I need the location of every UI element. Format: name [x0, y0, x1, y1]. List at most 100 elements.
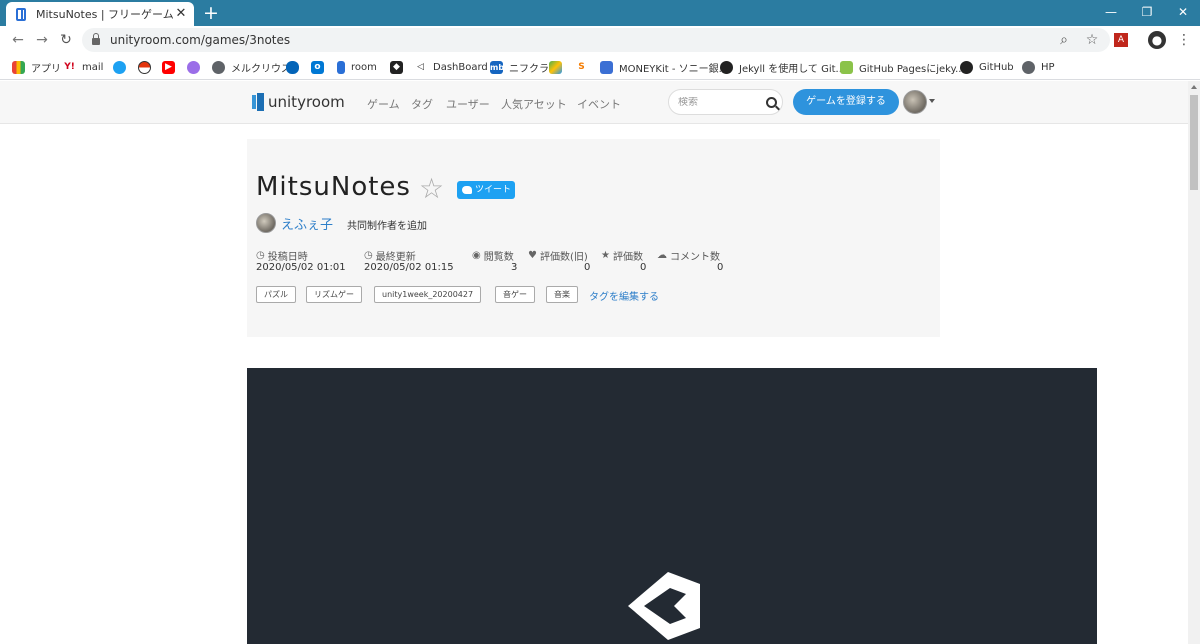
pdf-extension-icon[interactable]: A: [1114, 33, 1128, 47]
onedrive-cloud-icon: [286, 60, 299, 74]
stat-old-rating-label: ♥ 評価数(旧): [528, 248, 588, 263]
sketch-s-icon: S: [578, 61, 585, 72]
favorite-star-icon[interactable]: ☆: [419, 174, 444, 204]
logo-text: unityroom: [268, 93, 345, 111]
browser-toolbar: ← → ↻ unityroom.com/games/3notes ⌕ ☆ A ●…: [0, 26, 1200, 54]
game-player[interactable]: [247, 368, 1097, 644]
unity-logo-icon: [628, 572, 700, 640]
mb-icon: mb: [490, 60, 505, 74]
new-tab-button[interactable]: +: [202, 3, 220, 23]
url-text: unityroom.com/games/3notes: [110, 33, 291, 47]
chevron-down-icon[interactable]: [929, 99, 935, 103]
site-logo[interactable]: unityroom: [252, 93, 345, 111]
bookmark-star-icon[interactable]: ☆: [1082, 32, 1102, 48]
nav-tags[interactable]: タグ: [411, 96, 433, 112]
browser-menu-icon[interactable]: ⋮: [1174, 30, 1194, 50]
reload-icon[interactable]: ↻: [56, 30, 76, 50]
minimize-window-icon[interactable]: —: [1092, 0, 1130, 26]
bookmark-nifcloud[interactable]: mb ニフクラ: [490, 59, 549, 75]
tag-rhythm-game[interactable]: リズムゲー: [306, 286, 362, 303]
zoom-icon[interactable]: ⌕: [1054, 32, 1074, 48]
bookmark-mercurius[interactable]: メルクリウス: [212, 59, 291, 75]
nav-popular-assets[interactable]: 人気アセット: [501, 96, 567, 112]
bookmark-jekyll[interactable]: Jekyll を使用して Git...: [720, 59, 845, 75]
gem-icon: [187, 60, 200, 74]
bookmark-github[interactable]: GitHub: [960, 59, 1014, 75]
twitter-icon: [113, 60, 126, 74]
add-coauthor-link[interactable]: 共同制作者を追加: [347, 217, 427, 232]
pokeball-icon: [138, 60, 151, 74]
outlook-icon: o: [311, 60, 324, 74]
search-input[interactable]: [678, 96, 760, 108]
address-bar[interactable]: unityroom.com/games/3notes ⌕ ☆: [82, 28, 1110, 52]
heart-icon: ♥: [528, 250, 537, 261]
lock-icon: [92, 33, 100, 45]
scroll-up-arrow-icon[interactable]: [1191, 85, 1197, 89]
stat-posted-label: ◷ 投稿日時: [256, 248, 308, 263]
bookmark-unity[interactable]: ◆: [390, 59, 409, 75]
bookmark-purple[interactable]: [187, 59, 206, 75]
back-arrow-icon[interactable]: ←: [8, 30, 28, 50]
register-game-button[interactable]: ゲームを登録する: [793, 89, 899, 115]
bookmark-pokemon[interactable]: [138, 59, 157, 75]
bookmark-onedrive[interactable]: [286, 59, 305, 75]
comment-icon: ☁: [657, 250, 667, 261]
nav-users[interactable]: ユーザー: [446, 96, 490, 112]
bookmark-github-pages[interactable]: GitHub Pagesにjeky...: [840, 59, 965, 75]
bookmark-label: MONEYKit - ソニー銀...: [619, 63, 729, 75]
clock-icon: ◷: [364, 250, 373, 261]
bookmark-hp[interactable]: HP: [1022, 59, 1055, 75]
stat-rating-value: 0: [640, 262, 647, 273]
unityroom-logo-icon: [252, 93, 264, 111]
page-scrollbar[interactable]: [1188, 81, 1200, 644]
globe-icon: [212, 60, 225, 74]
edit-tags-link[interactable]: タグを編集する: [589, 288, 659, 303]
tweet-button[interactable]: ツイート: [457, 181, 515, 199]
scroll-thumb[interactable]: [1190, 95, 1198, 190]
bookmark-mail[interactable]: Y! mail: [63, 59, 103, 75]
bookmark-youtube[interactable]: ▶: [162, 59, 181, 75]
stat-old-rating-value: 0: [584, 262, 591, 273]
nav-games[interactable]: ゲーム: [367, 96, 400, 112]
bookmark-label: アプリ: [31, 63, 61, 75]
bookmarks-bar: アプリ Y! mail ▶ メルクリウス o room ◆ ◁ DashBoar…: [0, 54, 1200, 80]
nav-events[interactable]: イベント: [577, 96, 621, 112]
bookmark-room[interactable]: room: [337, 59, 377, 75]
bookmark-game[interactable]: [549, 59, 568, 75]
moneykit-icon: [600, 60, 613, 74]
profile-avatar-icon[interactable]: ●: [1148, 31, 1166, 49]
browser-tab[interactable]: MitsuNotes | フリーゲーム投稿サイト ✕: [6, 2, 194, 26]
bookmark-moneykit[interactable]: MONEYKit - ソニー銀...: [600, 59, 728, 75]
stat-label-text: 閲覧数: [483, 252, 514, 263]
bookmark-orange[interactable]: S: [575, 59, 594, 75]
page-icon: [840, 60, 853, 74]
tweet-label: ツイート: [475, 185, 512, 195]
bookmark-label: mail: [82, 61, 104, 73]
tag-unity1week[interactable]: unity1week_20200427: [374, 286, 482, 303]
bookmark-twitter[interactable]: [113, 59, 132, 75]
author-name[interactable]: えふぇ子: [281, 214, 333, 233]
stat-label-text: 評価数(旧): [539, 252, 588, 263]
user-avatar[interactable]: [903, 90, 927, 114]
bookmark-label: GitHub: [979, 61, 1014, 73]
bookmark-outlook[interactable]: o: [311, 59, 330, 75]
tag-music-game[interactable]: 音ゲー: [495, 286, 535, 303]
stat-label-text: コメント数: [670, 252, 720, 263]
author-avatar[interactable]: [256, 213, 276, 233]
close-window-icon[interactable]: ✕: [1164, 0, 1200, 26]
unityroom-icon: [337, 60, 345, 74]
search-icon[interactable]: [766, 96, 777, 108]
clock-icon: ◷: [256, 250, 265, 261]
browser-tab-strip: MitsuNotes | フリーゲーム投稿サイト ✕ + — ❐ ✕: [0, 0, 1200, 26]
bookmark-dashboard[interactable]: ◁ DashBoard: [414, 59, 488, 75]
close-tab-icon[interactable]: ✕: [174, 7, 188, 21]
restore-window-icon[interactable]: ❐: [1128, 0, 1166, 26]
globe-icon: [1022, 60, 1035, 74]
stat-label-text: 投稿日時: [267, 252, 308, 263]
bookmark-apps[interactable]: アプリ: [12, 59, 61, 75]
tag-puzzle[interactable]: パズル: [256, 286, 296, 303]
forward-arrow-icon[interactable]: →: [32, 30, 52, 50]
stat-updated-value: 2020/05/02 01:15: [364, 262, 454, 273]
site-header: unityroom ゲーム タグ ユーザー 人気アセット イベント ゲームを登録…: [0, 81, 1188, 124]
tag-music[interactable]: 音楽: [546, 286, 578, 303]
